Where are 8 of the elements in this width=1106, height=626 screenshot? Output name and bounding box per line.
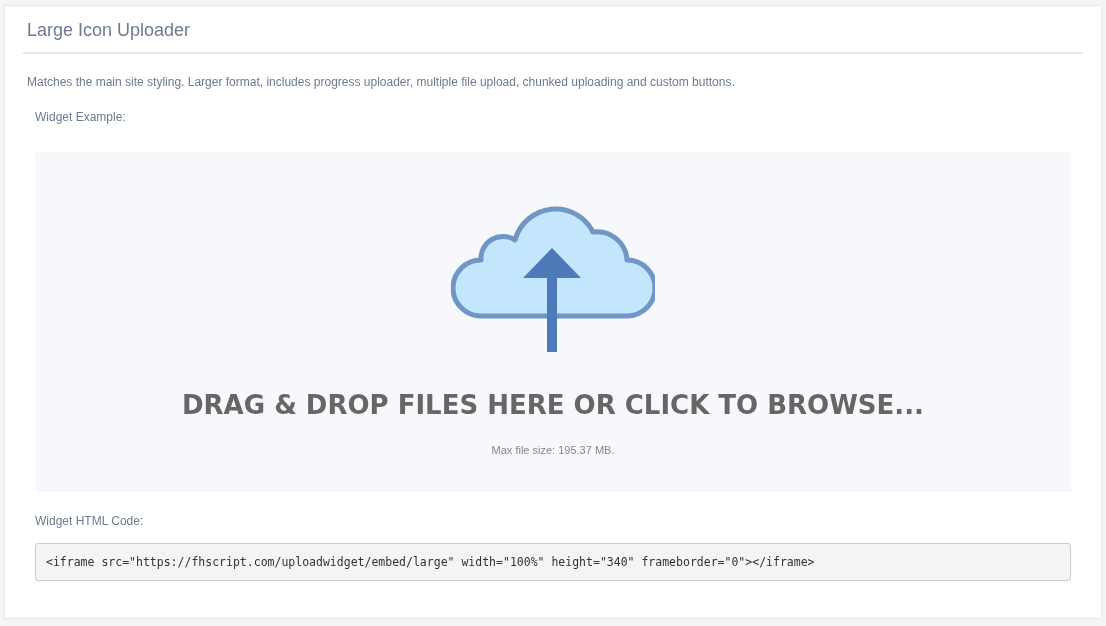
panel-title: Large Icon Uploader	[23, 6, 1083, 54]
max-file-size: Max file size: 195.37 MB.	[491, 444, 615, 456]
dropzone-prompt: DRAG & DROP FILES HERE OR CLICK TO BROWSE...	[182, 390, 924, 420]
panel-description: Matches the main site styling. Larger format, includes progress uploader, multiple file upload, chunked uploading and custom buttons.	[27, 75, 736, 89]
code-snippet[interactable]: <iframe src="https://fhscript.com/uploadwidget/embed/large" width="100%" height="340" frameborder="0"></iframe>	[35, 543, 1071, 581]
dropzone[interactable]: DRAG & DROP FILES HERE OR CLICK TO BROWSE... Max file size: 195.37 MB.	[35, 152, 1071, 492]
section-label: Widget Example:	[35, 110, 127, 124]
section-label: Widget HTML Code:	[35, 514, 145, 528]
